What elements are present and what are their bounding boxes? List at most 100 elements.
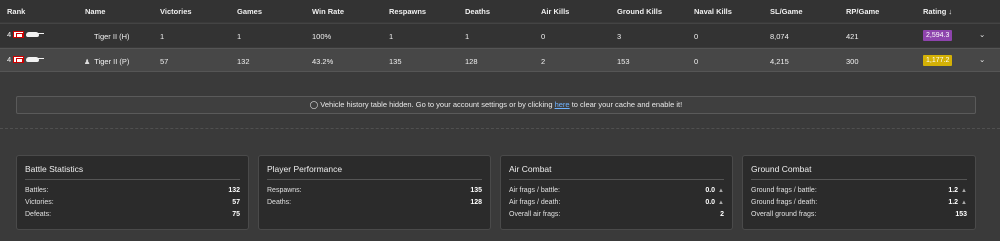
table-row[interactable]: 4 ♟ Tiger II (P) 57 132 43.2% 135 128 2 1… xyxy=(0,48,1000,72)
germany-flag-icon xyxy=(13,31,25,38)
stat-row-ground-per-battle: Ground frags / battle: 1.2 ▲ xyxy=(751,184,967,196)
stat-label: Ground frags / death: xyxy=(751,198,818,206)
card-title: Player Performance xyxy=(267,156,482,180)
stat-row-defeats: Defeats: 75 xyxy=(25,208,240,220)
header-sl-game[interactable]: SL/Game xyxy=(770,7,803,16)
tank-icon xyxy=(26,57,45,62)
rating-cell: 2,594.3 xyxy=(923,30,953,41)
premium-vehicle-icon: ♟ xyxy=(84,59,91,66)
ground-combat-card: Ground Combat Ground frags / battle: 1.2… xyxy=(742,155,976,230)
chevron-down-icon[interactable]: ⌄ xyxy=(979,55,985,64)
air-combat-card: Air Combat Air frags / battle: 0.0 ▲ Air … xyxy=(500,155,733,230)
respawns-value: 1 xyxy=(389,32,394,41)
stat-label: Respawns: xyxy=(267,186,302,194)
stat-value: 132 xyxy=(228,186,240,194)
respawns-value: 135 xyxy=(389,57,402,66)
header-victories[interactable]: Victories xyxy=(160,7,192,16)
history-hidden-notice: ◯ Vehicle history table hidden. Go to yo… xyxy=(16,96,976,114)
rating-badge: 1,177.2 xyxy=(923,55,953,66)
stat-value: 1.2 xyxy=(948,186,959,194)
victories-value: 1 xyxy=(160,32,165,41)
sl-game-value: 4,215 xyxy=(770,57,789,66)
rp-game-value: 421 xyxy=(846,32,859,41)
card-title: Ground Combat xyxy=(751,156,967,180)
win-rate-value: 43.2% xyxy=(312,57,334,66)
rank-cell: 4 xyxy=(7,30,45,39)
naval-kills-value: 0 xyxy=(694,57,699,66)
rating-badge: 2,594.3 xyxy=(923,30,953,41)
air-kills-value: 2 xyxy=(541,57,546,66)
table-header: Rank Name Victories Games Win Rate Respa… xyxy=(0,0,1000,22)
header-rp-game[interactable]: RP/Game xyxy=(846,7,879,16)
deaths-value: 128 xyxy=(465,57,478,66)
eye-slash-icon: ◯ xyxy=(309,100,319,109)
header-respawns[interactable]: Respawns xyxy=(389,7,426,16)
header-ground-kills[interactable]: Ground Kills xyxy=(617,7,662,16)
clear-cache-link[interactable]: here xyxy=(555,100,570,109)
stat-value: 135 xyxy=(470,186,482,194)
stat-value: 2 xyxy=(720,210,724,218)
air-kills-value: 0 xyxy=(541,32,546,41)
header-rank[interactable]: Rank xyxy=(7,7,25,16)
stat-row-respawns: Respawns: 135 xyxy=(267,184,482,196)
games-value: 1 xyxy=(237,32,242,41)
section-divider xyxy=(0,128,1000,129)
card-title: Battle Statistics xyxy=(25,156,240,180)
rank-value: 4 xyxy=(7,30,12,39)
table-row[interactable]: 4 Tiger II (H) 1 1 100% 1 1 0 3 0 8,074 … xyxy=(0,23,1000,47)
stat-row-air-overall: Overall air frags: 2 xyxy=(509,208,724,220)
header-games[interactable]: Games xyxy=(237,7,262,16)
battle-statistics-card: Battle Statistics Battles: 132 Victories… xyxy=(16,155,249,230)
stat-label: Ground frags / battle: xyxy=(751,186,817,194)
stat-value: 0.0 xyxy=(705,198,716,206)
sl-game-value: 8,074 xyxy=(770,32,789,41)
stat-row-battles: Battles: 132 xyxy=(25,184,240,196)
stat-row-ground-overall: Overall ground frags: 153 xyxy=(751,208,967,220)
stat-value: 128 xyxy=(470,198,482,206)
chart-icon[interactable]: ▲ xyxy=(961,188,967,194)
card-title: Air Combat xyxy=(509,156,724,180)
rank-cell: 4 xyxy=(7,55,45,64)
stat-label: Deaths: xyxy=(267,198,292,206)
header-win-rate[interactable]: Win Rate xyxy=(312,7,344,16)
stat-row-deaths: Deaths: 128 xyxy=(267,196,482,208)
chart-icon[interactable]: ▲ xyxy=(718,200,724,206)
stat-label: Victories: xyxy=(25,198,54,206)
stat-label: Overall ground frags: xyxy=(751,210,817,218)
notice-text-before: Vehicle history table hidden. Go to your… xyxy=(320,100,553,109)
ground-kills-value: 3 xyxy=(617,32,622,41)
vehicle-name[interactable]: Tiger II (H) xyxy=(94,32,130,41)
vehicle-name-cell[interactable]: ♟ Tiger II (P) xyxy=(84,57,129,66)
chevron-down-icon[interactable]: ⌄ xyxy=(979,30,985,39)
stat-value: 1.2 xyxy=(948,198,959,206)
deaths-value: 1 xyxy=(465,32,470,41)
header-naval-kills[interactable]: Naval Kills xyxy=(694,7,732,16)
player-performance-card: Player Performance Respawns: 135 Deaths:… xyxy=(258,155,491,230)
header-rating[interactable]: Rating ↓ xyxy=(923,7,952,16)
tank-icon xyxy=(26,32,45,37)
stat-row-air-per-battle: Air frags / battle: 0.0 ▲ xyxy=(509,184,724,196)
stat-value: 57 xyxy=(232,198,240,206)
stat-value: 153 xyxy=(955,210,967,218)
games-value: 132 xyxy=(237,57,250,66)
header-name[interactable]: Name xyxy=(85,7,105,16)
win-rate-value: 100% xyxy=(312,32,332,41)
stat-value: 0.0 xyxy=(705,186,716,194)
header-air-kills[interactable]: Air Kills xyxy=(541,7,569,16)
germany-flag-icon xyxy=(13,56,25,63)
stat-row-ground-per-death: Ground frags / death: 1.2 ▲ xyxy=(751,196,967,208)
stat-value: 75 xyxy=(232,210,240,218)
stat-label: Air frags / death: xyxy=(509,198,561,206)
chart-icon[interactable]: ▲ xyxy=(961,200,967,206)
ground-kills-value: 153 xyxy=(617,57,630,66)
vehicle-name: Tiger II (P) xyxy=(94,57,130,66)
rank-value: 4 xyxy=(7,55,12,64)
notice-text-after: to clear your cache and enable it! xyxy=(571,100,683,109)
header-deaths[interactable]: Deaths xyxy=(465,7,490,16)
stat-row-victories: Victories: 57 xyxy=(25,196,240,208)
chart-icon[interactable]: ▲ xyxy=(718,188,724,194)
rating-cell: 1,177.2 xyxy=(923,55,953,66)
stat-label: Overall air frags: xyxy=(509,210,561,218)
stat-label: Defeats: xyxy=(25,210,52,218)
naval-kills-value: 0 xyxy=(694,32,699,41)
